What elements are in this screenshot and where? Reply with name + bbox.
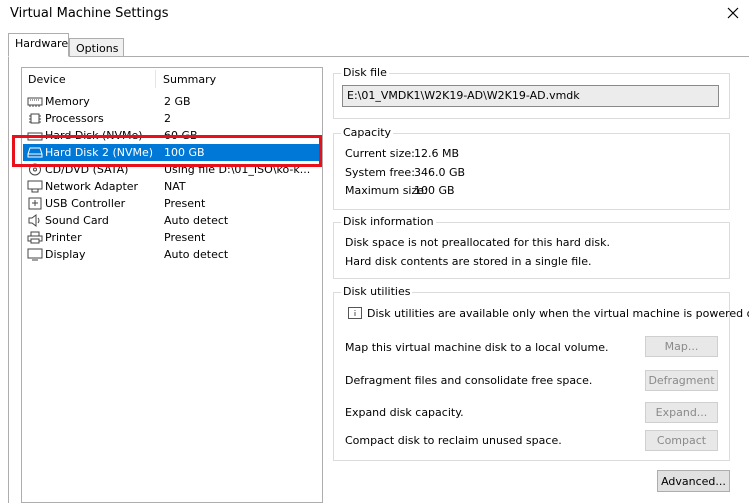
hard-disk-icon	[27, 132, 43, 141]
device-name: Printer	[45, 231, 82, 244]
printer-icon	[27, 231, 43, 244]
current-size-row: Current size: 12.6 MB	[345, 147, 459, 160]
disk-info-line-1: Disk space is not preallocated for this …	[345, 236, 610, 249]
group-title: Capacity	[341, 126, 394, 139]
device-row-usb-controller[interactable]: USB Controller Present	[23, 195, 320, 212]
map-description: Map this virtual machine disk to a local…	[345, 341, 609, 354]
device-name: USB Controller	[45, 197, 126, 210]
close-button[interactable]	[723, 3, 743, 23]
maximum-size-value: 100 GB	[414, 184, 455, 197]
device-summary: Using file D:\01_ISO\ko-k...	[164, 163, 311, 176]
close-icon	[727, 7, 739, 19]
maximum-size-row: Maximum size: 100 GB	[345, 184, 455, 197]
column-header-device[interactable]: Device	[28, 73, 66, 86]
usb-icon	[28, 197, 42, 210]
disk-utilities-notice: Disk utilities are available only when t…	[367, 307, 749, 320]
device-name: Hard Disk 2 (NVMe)	[45, 146, 154, 159]
capacity-group: Capacity Current size: 12.6 MB System fr…	[333, 126, 730, 210]
column-header-summary[interactable]: Summary	[163, 73, 216, 86]
expand-description: Expand disk capacity.	[345, 406, 464, 419]
disk-info-line-2: Hard disk contents are stored in a singl…	[345, 255, 592, 268]
device-row-printer[interactable]: Printer Present	[23, 229, 320, 246]
device-name: Hard Disk (NVMe)	[45, 129, 143, 142]
network-adapter-icon	[27, 180, 43, 193]
device-summary: Auto detect	[164, 214, 229, 227]
advanced-button[interactable]: Advanced...	[657, 470, 730, 492]
tab-options[interactable]: Options	[69, 38, 124, 57]
hard-disk-icon	[27, 147, 43, 158]
device-summary: Present	[164, 197, 206, 210]
compact-button[interactable]: Compact	[645, 430, 718, 451]
cd-dvd-icon	[29, 163, 41, 176]
device-row-network-adapter[interactable]: Network Adapter NAT	[23, 178, 320, 195]
device-summary: Auto detect	[164, 248, 229, 261]
defragment-description: Defragment files and consolidate free sp…	[345, 374, 593, 387]
group-title: Disk file	[341, 66, 389, 79]
disk-utilities-group: Disk utilities Disk utilities are availa…	[333, 285, 749, 461]
device-row-processors[interactable]: Processors 2	[23, 110, 320, 127]
device-name: Processors	[45, 112, 104, 125]
device-row-display[interactable]: Display Auto detect	[23, 246, 320, 263]
display-icon	[27, 248, 43, 261]
device-summary: 2	[164, 112, 171, 125]
current-size-label: Current size:	[345, 147, 415, 160]
device-name: Display	[45, 248, 86, 261]
group-title: Disk information	[341, 215, 436, 228]
compact-description: Compact disk to reclaim unused space.	[345, 434, 562, 447]
current-size-value: 12.6 MB	[414, 147, 460, 160]
device-summary: Present	[164, 231, 206, 244]
system-free-row: System free: 346.0 GB	[345, 166, 465, 179]
device-row-hard-disk-2[interactable]: Hard Disk 2 (NVMe) 100 GB	[23, 144, 320, 161]
disk-file-path-field[interactable]: E:\01_VMDK1\W2K19-AD\W2K19-AD.vmdk	[342, 85, 719, 107]
expand-button[interactable]: Expand...	[645, 402, 718, 423]
title-bar: Virtual Machine Settings	[0, 0, 749, 28]
processor-icon	[29, 113, 41, 124]
system-free-label: System free:	[345, 166, 415, 179]
device-row-sound-card[interactable]: Sound Card Auto detect	[23, 212, 320, 229]
map-button[interactable]: Map...	[645, 336, 718, 357]
device-name: CD/DVD (SATA)	[45, 163, 129, 176]
device-list[interactable]: Device Summary Memory 2 GB Processors 2 …	[21, 67, 323, 503]
defragment-button[interactable]: Defragment	[645, 370, 718, 391]
device-summary: 2 GB	[164, 95, 191, 108]
info-icon	[348, 307, 362, 319]
tab-hardware[interactable]: Hardware	[8, 33, 69, 57]
device-summary: 60 GB	[164, 129, 198, 142]
window-title: Virtual Machine Settings	[10, 6, 169, 21]
column-separator	[155, 70, 156, 88]
device-summary: 100 GB	[164, 146, 205, 159]
group-title: Disk utilities	[341, 285, 413, 298]
device-name: Network Adapter	[45, 180, 139, 193]
device-row-hard-disk[interactable]: Hard Disk (NVMe) 60 GB	[23, 127, 320, 144]
device-row-memory[interactable]: Memory 2 GB	[23, 93, 320, 110]
device-name: Sound Card	[45, 214, 109, 227]
device-row-cd-dvd[interactable]: CD/DVD (SATA) Using file D:\01_ISO\ko-k.…	[23, 161, 320, 178]
device-name: Memory	[45, 95, 90, 108]
system-free-value: 346.0 GB	[414, 166, 466, 179]
speaker-icon	[28, 214, 40, 227]
disk-information-group: Disk information Disk space is not preal…	[333, 215, 730, 279]
disk-file-group: Disk file E:\01_VMDK1\W2K19-AD\W2K19-AD.…	[333, 66, 730, 119]
memory-icon	[27, 97, 43, 107]
device-summary: NAT	[164, 180, 186, 193]
